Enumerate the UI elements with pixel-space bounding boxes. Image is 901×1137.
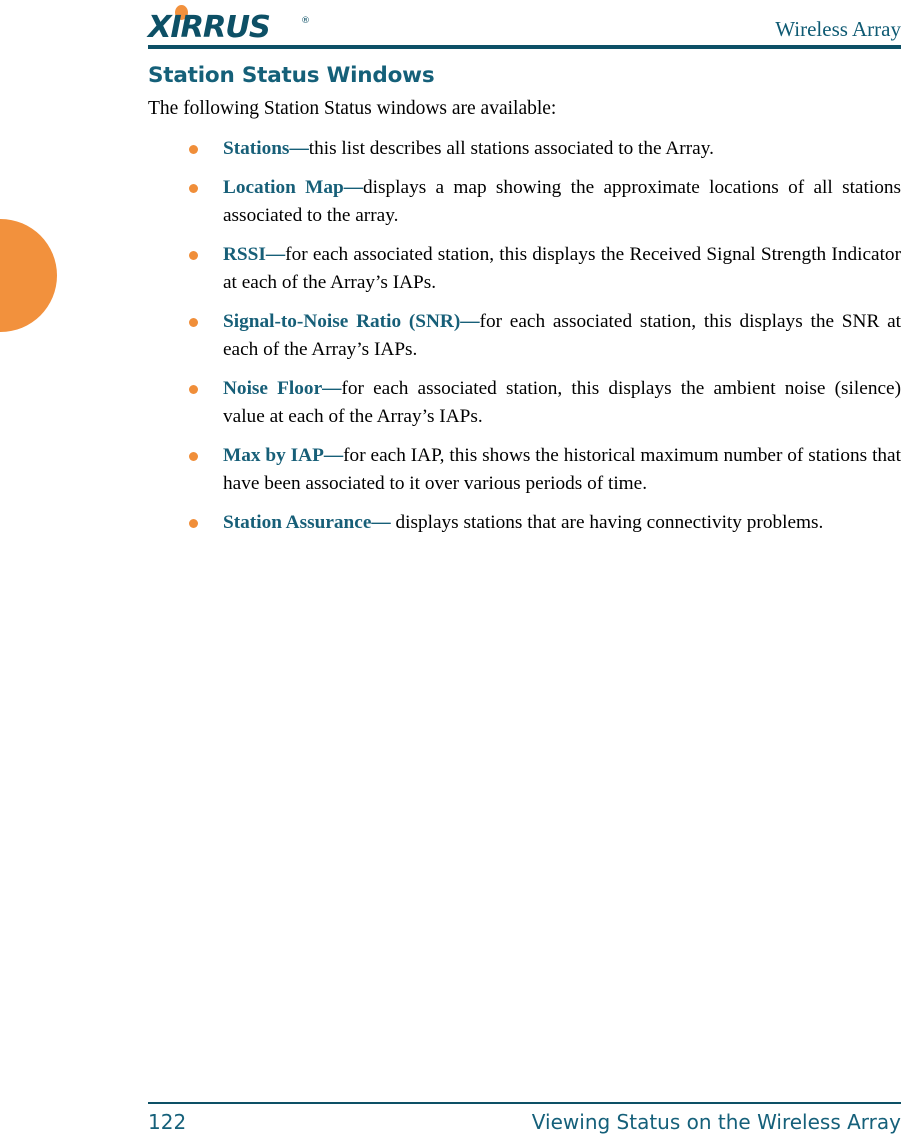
- footer-divider: [148, 1102, 901, 1104]
- list-item: Location Map—displays a map showing the …: [148, 174, 901, 231]
- bullet-dot-icon: [189, 518, 198, 528]
- list-item: Noise Floor—for each associated station,…: [148, 375, 901, 432]
- bullet-dot-icon: [189, 183, 198, 193]
- station-status-windows-list: Stations—this list describes all station…: [148, 135, 901, 537]
- list-item-dash: —: [460, 310, 480, 332]
- list-item-term: Station Assurance: [223, 511, 372, 533]
- list-item-dash: —: [265, 243, 286, 265]
- page-header: XIRRUS ® Wireless Array: [148, 0, 901, 48]
- list-item: Signal-to-Noise Ratio (SNR)—for each ass…: [148, 308, 901, 365]
- bullet-dot-icon: [189, 317, 198, 327]
- list-item-dash: —: [371, 511, 396, 533]
- intro-paragraph: The following Station Status windows are…: [148, 98, 557, 119]
- logo-wordmark: XIRRUS: [148, 10, 271, 45]
- list-item-description: for each associated station, this displa…: [223, 243, 901, 294]
- list-item: Max by IAP—for each IAP, this shows the …: [148, 442, 901, 499]
- header-divider: [148, 45, 901, 49]
- list-item-dash: —: [322, 377, 342, 399]
- chapter-thumb-tab: [0, 219, 57, 332]
- bullet-dot-icon: [189, 384, 198, 394]
- list-item-description: displays stations that are having connec…: [395, 511, 824, 533]
- header-title: Wireless Array: [775, 17, 901, 41]
- list-item-description: this list describes all stations associa…: [308, 138, 714, 159]
- page-footer: 122 Viewing Status on the Wireless Array: [148, 1108, 901, 1137]
- list-item-term: Signal-to-Noise Ratio (SNR): [223, 310, 461, 332]
- bullet-dot-icon: [189, 250, 198, 260]
- logo-trademark-icon: ®: [301, 16, 310, 26]
- list-item-dash: —: [343, 176, 364, 198]
- list-item-term: Noise Floor: [223, 377, 323, 399]
- list-item-term: Location Map: [223, 176, 344, 198]
- list-item: RSSI—for each associated station, this d…: [148, 241, 901, 298]
- footer-title: Viewing Status on the Wireless Array: [531, 1110, 901, 1134]
- bullet-dot-icon: [189, 145, 198, 154]
- list-item-dash: —: [323, 444, 344, 466]
- list-item: Stations—this list describes all station…: [148, 135, 901, 164]
- bullet-dot-icon: [189, 451, 198, 461]
- list-item-term: Stations: [223, 138, 290, 159]
- list-item: Station Assurance— displays stations tha…: [148, 509, 901, 538]
- list-item-term: Max by IAP: [223, 444, 324, 466]
- list-item-dash: —: [289, 138, 309, 159]
- xirrus-logo: XIRRUS ®: [148, 4, 318, 45]
- page-number: 122: [148, 1110, 187, 1134]
- page-title: Station Status Windows: [148, 63, 435, 88]
- page-content: Station Status Windows The following Sta…: [148, 62, 901, 537]
- document-page: XIRRUS ® Wireless Array Station Status W…: [0, 0, 901, 1137]
- list-item-term: RSSI: [223, 243, 266, 265]
